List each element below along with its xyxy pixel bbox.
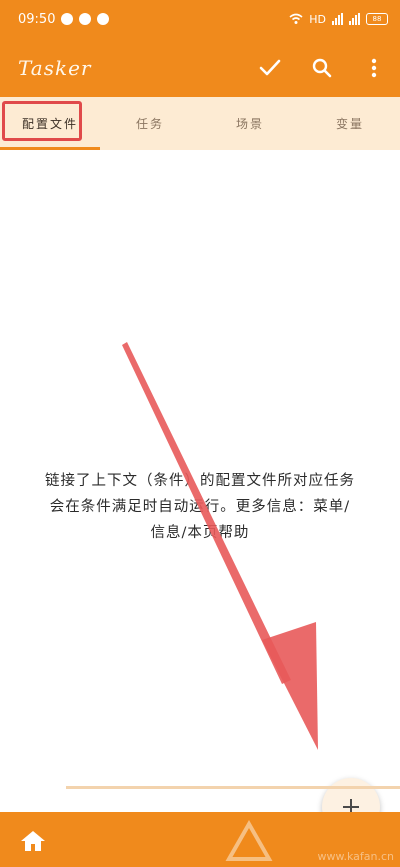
watermark-text: www.kafan.cn [317,850,395,863]
home-icon [21,831,45,851]
annotation-arrow [122,342,318,750]
watermark: www.kafan.cn [215,812,400,867]
watermark-logo [225,819,273,861]
bottom-divider-segment [0,786,66,789]
home-button[interactable] [14,825,52,857]
